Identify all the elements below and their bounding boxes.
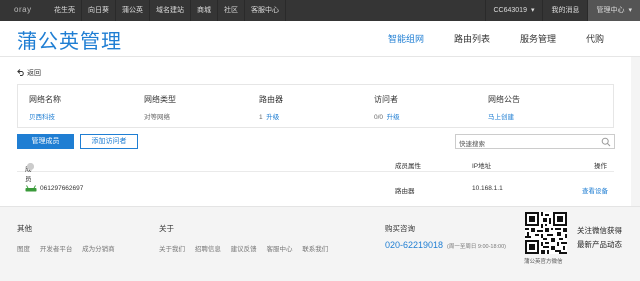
footer: 其他 图度 开发者平台 成为分销商 关于 关于我们 招聘信息 建议反馈 客服中心…: [0, 206, 640, 281]
footer-link-contact[interactable]: 联系我们: [302, 246, 328, 253]
menu-smart-network[interactable]: 智能组网: [388, 21, 424, 57]
account-menu[interactable]: CC643019 ▾: [484, 0, 543, 21]
refresh-icon[interactable]: [27, 163, 34, 170]
chevron-down-icon: ▾: [530, 7, 535, 14]
network-type-block: 网络类型 对等网络: [144, 94, 254, 121]
search-icon[interactable]: [601, 137, 611, 147]
admin-center-label: 管理中心: [596, 7, 625, 14]
column-ip: IP地址: [472, 163, 492, 170]
create-notice-link[interactable]: 马上创建: [488, 114, 514, 121]
network-type-value: 对等网络: [144, 114, 170, 121]
oray-logo[interactable]: oray: [14, 5, 32, 14]
footer-other: 其他 图度 开发者平台 成为分销商: [17, 223, 123, 253]
top-nav-domain[interactable]: 域名建站: [150, 0, 191, 21]
wechat-promo-line1: 关注微信获得: [577, 226, 622, 235]
visitor-upgrade-link[interactable]: 升级: [387, 114, 400, 121]
wechat-qr-code: [525, 212, 567, 254]
router-icon: [25, 185, 37, 192]
page-header: 蒲公英管理 智能组网 路由列表 服务管理 代购: [0, 21, 640, 57]
search-input[interactable]: 快速搜索: [455, 134, 615, 149]
member-ip: 10.168.1.1: [472, 185, 503, 192]
footer-about-title: 关于: [159, 224, 174, 233]
notice-block: 网络公告 马上创建: [488, 94, 598, 121]
footer-link-distributor[interactable]: 成为分销商: [82, 246, 115, 253]
view-device-link[interactable]: 查看设备: [582, 185, 608, 195]
top-nav-pugongying[interactable]: 蒲公英: [116, 0, 150, 21]
visitor-count: 0/0: [374, 114, 384, 121]
back-link[interactable]: 返回: [17, 68, 41, 78]
notice-label: 网络公告: [488, 95, 520, 104]
network-name-block: 网络名称 贝西科技: [29, 94, 139, 121]
footer-link-jobs[interactable]: 招聘信息: [195, 246, 221, 253]
router-upgrade-link[interactable]: 升级: [266, 114, 279, 121]
footer-link-tudu[interactable]: 图度: [17, 246, 30, 253]
messages-link[interactable]: 我的消息: [542, 0, 587, 21]
router-count: 1: [259, 114, 263, 121]
back-label: 返回: [26, 70, 41, 77]
network-name-label: 网络名称: [29, 95, 61, 104]
menu-service-management[interactable]: 服务管理: [520, 21, 556, 57]
wechat-promo-line2: 最新产品动态: [577, 240, 622, 249]
menu-router-list[interactable]: 路由列表: [454, 21, 490, 57]
network-type-label: 网络类型: [144, 95, 176, 104]
router-block: 路由器 1 升级: [259, 94, 369, 121]
footer-link-developer[interactable]: 开发者平台: [40, 246, 73, 253]
footer-link-service[interactable]: 客服中心: [266, 246, 292, 253]
account-name: CC643019: [493, 7, 527, 14]
add-visitor-button[interactable]: 添加访问者: [80, 134, 138, 149]
top-nav-store[interactable]: 商城: [191, 0, 218, 21]
members-table-header: 成员 成员属性 IP地址 操作: [17, 157, 614, 183]
search-placeholder: 快速搜索: [459, 141, 485, 148]
chevron-down-icon: ▾: [628, 7, 632, 14]
back-arrow-icon: [17, 69, 24, 76]
router-label: 路由器: [259, 95, 283, 104]
footer-about: 关于 关于我们 招聘信息 建议反馈 客服中心 联系我们: [159, 223, 336, 253]
manage-members-button[interactable]: 管理成员: [17, 134, 74, 149]
wechat-promo: 关注微信获得 最新产品动态: [577, 224, 622, 252]
table-row: 0612976626​97 路由器 10.168.1.1 查看设备: [17, 179, 614, 199]
sales-phone: 020-62219018: [385, 240, 444, 250]
top-nav-service[interactable]: 客服中心: [245, 0, 286, 21]
footer-link-about-us[interactable]: 关于我们: [159, 246, 185, 253]
menu-proxy-purchase[interactable]: 代购: [586, 21, 604, 57]
scrollbar-track[interactable]: [631, 57, 640, 206]
qr-caption: 蒲公英官方微信: [524, 259, 563, 265]
admin-center-menu[interactable]: 管理中心 ▾: [587, 0, 640, 21]
service-hours: (周一至周日 9:00-18:00): [447, 244, 507, 250]
footer-purchase: 购买咨询 020-62219018 (周一至周日 9:00-18:00): [385, 223, 506, 250]
top-nav: 花生壳 向日葵 蒲公英 域名建站 商城 社区 客服中心: [48, 0, 286, 21]
footer-other-title: 其他: [17, 224, 32, 233]
visitor-label: 访问者: [374, 95, 398, 104]
page-title: 蒲公英管理: [17, 31, 122, 53]
top-navigation-bar: oray 花生壳 向日葵 蒲公英 域名建站 商城 社区 客服中心 CC64301…: [0, 0, 640, 21]
member-id: 0612976626​97: [40, 185, 84, 192]
top-nav-xiangrikui[interactable]: 向日葵: [82, 0, 116, 21]
footer-link-feedback[interactable]: 建议反馈: [231, 246, 257, 253]
top-right-menu: CC643019 ▾ 我的消息 管理中心 ▾: [484, 0, 640, 21]
main-menu: 智能组网 路由列表 服务管理 代购: [358, 21, 604, 57]
network-name-value[interactable]: 贝西科技: [29, 114, 55, 121]
top-nav-community[interactable]: 社区: [218, 0, 245, 21]
member-type: 路由器: [395, 188, 415, 195]
network-info-panel: 网络名称 贝西科技 网络类型 对等网络 路由器 1 升级 访问者 0/0 升级 …: [17, 84, 614, 128]
column-type: 成员属性: [395, 163, 421, 170]
column-action: 操作: [594, 163, 607, 170]
visitor-block: 访问者 0/0 升级: [374, 94, 484, 121]
footer-purchase-title: 购买咨询: [385, 224, 415, 233]
top-nav-huashengke[interactable]: 花生壳: [48, 0, 82, 21]
